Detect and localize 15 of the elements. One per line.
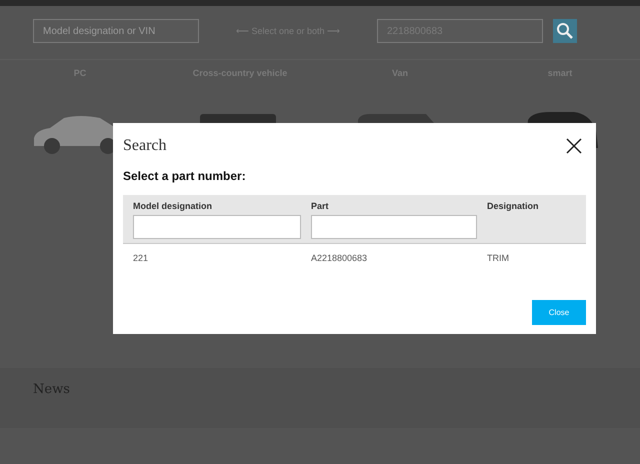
search-button[interactable] [553,19,577,43]
column-heading: Part [311,201,330,211]
close-button[interactable]: Close [532,300,586,325]
close-icon[interactable] [566,138,582,154]
column-heading: Designation [487,201,540,211]
table-cell[interactable]: 221 [133,253,311,263]
table-cell[interactable]: A2218800683 [311,253,487,263]
dialog-subtitle: Select a part number: [123,169,247,183]
column-filter-field[interactable] [311,215,477,239]
column-filter-field[interactable] [133,215,301,239]
search-icon [556,22,574,40]
dialog-title: Search [123,137,167,155]
table-cell[interactable]: TRIM [487,253,577,263]
column-heading: Model designation [133,201,214,211]
model-search-field[interactable]: Model designation or VIN [33,19,199,43]
